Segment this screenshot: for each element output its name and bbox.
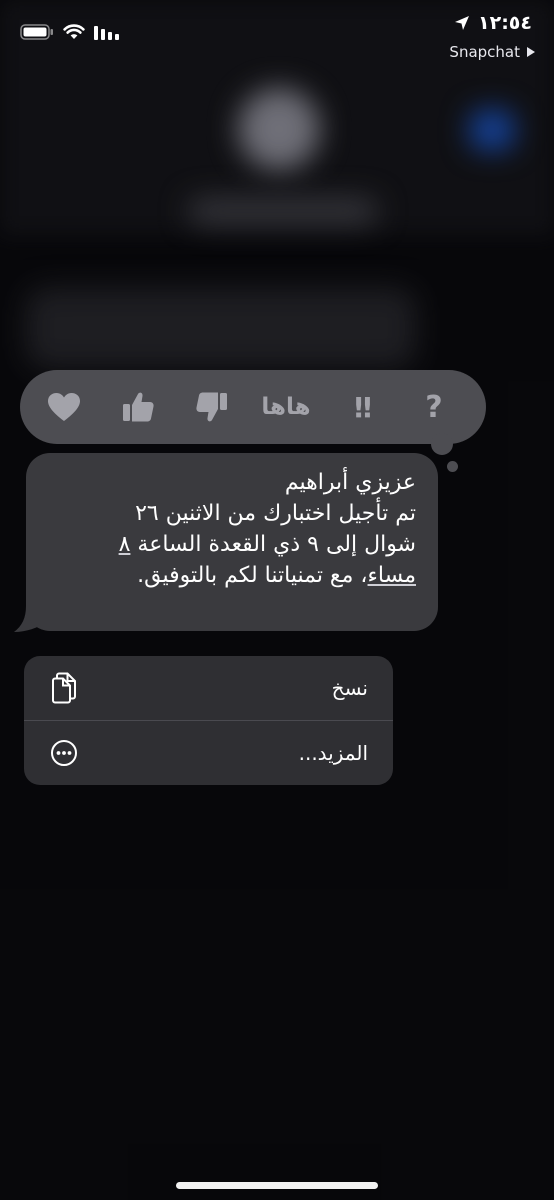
tapback-haha[interactable]: ها‌ها <box>261 385 311 429</box>
location-arrow-icon <box>455 16 469 30</box>
question-label: ? <box>425 389 443 425</box>
tapback-reaction-bar: ها‌ها ‼ ? <box>20 370 486 444</box>
message-line-3: شوال إلى ٩ ذي القعدة الساعة ٨ <box>48 529 416 560</box>
menu-item-copy[interactable]: نسخ <box>24 656 393 720</box>
copy-icon <box>52 672 76 704</box>
menu-item-more[interactable]: المزيد... <box>24 721 393 785</box>
more-ellipsis-icon <box>51 740 77 766</box>
tapback-emphasize[interactable]: ‼ <box>338 385 382 429</box>
back-to-app-link[interactable]: Snapchat <box>449 43 536 61</box>
tapback-thumbs-down[interactable] <box>190 385 234 429</box>
context-menu: نسخ المزيد... <box>24 656 393 785</box>
message-bubble[interactable]: عزيزي أبراهيم تم تأجيل اختبارك من الاثني… <box>26 453 438 631</box>
haha-label: ها‌ها <box>261 394 311 420</box>
thumbs-up-icon <box>123 392 154 422</box>
message-line-4-text: ، مع تمنياتنا لكم بالتوفيق. <box>137 563 368 588</box>
message-time-link-part1[interactable]: ٨ <box>119 532 131 557</box>
message-line-1: عزيزي أبراهيم <box>284 470 416 495</box>
tapback-heart[interactable] <box>42 385 86 429</box>
message-line-4: مساء، مع تمنياتنا لكم بالتوفيق. <box>48 560 416 591</box>
back-triangle-icon <box>527 47 535 57</box>
status-indicators <box>20 24 120 40</box>
battery-icon <box>20 24 53 40</box>
tapback-tail-dot <box>431 433 453 455</box>
status-bar: ١٢:٥٤ Snapchat <box>0 0 554 70</box>
menu-item-more-label: المزيد... <box>298 741 368 765</box>
wifi-icon <box>63 24 85 39</box>
tapback-thumbs-up[interactable] <box>116 385 160 429</box>
exclamation-label: ‼ <box>354 390 371 424</box>
clock-group: ١٢:٥٤ <box>454 12 532 34</box>
back-app-label: Snapchat <box>449 43 520 61</box>
menu-item-copy-label: نسخ <box>331 676 368 700</box>
message-time-link-part2[interactable]: مساء <box>368 563 416 588</box>
message-line-2: تم تأجيل اختبارك من الاثنين ٢٦ <box>135 501 416 526</box>
tapback-question[interactable]: ? <box>412 385 456 429</box>
status-time: ١٢:٥٤ <box>478 12 532 34</box>
home-indicator[interactable] <box>176 1182 378 1189</box>
message-line-3-text: شوال إلى ٩ ذي القعدة الساعة <box>130 532 416 557</box>
heart-icon <box>48 393 80 421</box>
tapback-tail-dot-small <box>447 461 458 472</box>
thumbs-down-icon <box>196 392 227 422</box>
signal-icon <box>94 26 119 40</box>
